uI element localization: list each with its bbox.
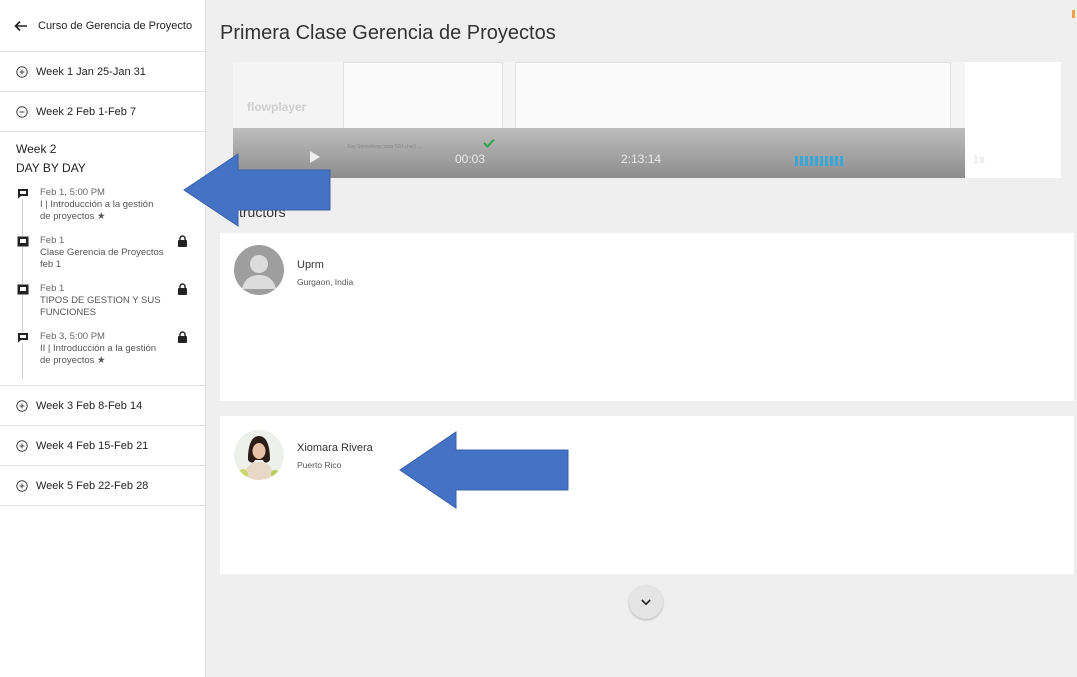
schedule-item[interactable]: Feb 3, 5:00 PM II | Introducción a la ge… — [17, 331, 189, 379]
week-1-label: Week 1 Jan 25-Jan 31 — [36, 65, 146, 78]
instructor-name: Xiomara Rivera — [297, 442, 373, 454]
schedule-item[interactable]: Feb 1 TIPOS DE GESTION Y SUS FUNCIONES — [17, 283, 189, 331]
week-5-label: Week 5 Feb 22-Feb 28 — [36, 479, 149, 492]
instructor-location: Puerto Rico — [297, 460, 342, 470]
week-1-row[interactable]: Week 1 Jan 25-Jan 31 — [0, 52, 205, 92]
item-title-line2: de proyectos ★ — [40, 355, 106, 366]
schedule-timeline: Feb 1, 5:00 PM I | Introducción a la ges… — [16, 187, 189, 379]
video-player[interactable]: flowplayer Say Something (max 500 char) … — [233, 62, 1061, 178]
item-date: Feb 1, 5:00 PM — [40, 187, 105, 198]
week-3-row[interactable]: Week 3 Feb 8-Feb 14 — [0, 386, 205, 426]
volume-meter[interactable] — [795, 156, 843, 166]
minus-circle-icon — [16, 105, 28, 118]
chevron-down-icon — [641, 598, 651, 605]
playback-speed[interactable]: 1x — [973, 154, 985, 166]
instructor-card: Uprm Gurgaon, India — [220, 233, 1074, 401]
course-sidebar: Curso de Gerencia de Proyecto Week 1 Jan… — [0, 0, 206, 677]
plus-circle-icon — [16, 479, 28, 492]
status-indicator — [1072, 10, 1075, 18]
instructor-name: Uprm — [297, 259, 324, 271]
check-icon — [483, 138, 495, 148]
page-title: Primera Clase Gerencia de Proyectos — [220, 22, 556, 44]
schedule-item[interactable]: Feb 1 Clase Gerencia de Proyectos feb 1 — [17, 235, 189, 283]
item-date: Feb 3, 5:00 PM — [40, 331, 105, 342]
plus-circle-icon — [16, 439, 28, 452]
item-date: Feb 1 — [40, 283, 65, 294]
video-icon — [17, 284, 29, 295]
item-title-line1: Clase Gerencia de Proyectos — [40, 247, 164, 258]
item-title-line2: FUNCIONES — [40, 307, 96, 318]
item-title-line1: II | Introducción a la gestión — [40, 343, 157, 354]
item-title-line1: I | Introducción a la gestión — [40, 199, 154, 210]
annotation-arrow-right — [399, 431, 569, 509]
back-header[interactable]: Curso de Gerencia de Proyecto — [0, 0, 205, 52]
chat-icon — [17, 188, 29, 199]
photo-avatar — [234, 430, 284, 480]
schedule-item[interactable]: Feb 1, 5:00 PM I | Introducción a la ges… — [17, 187, 189, 235]
video-controls-bar — [233, 128, 965, 178]
week-5-row[interactable]: Week 5 Feb 22-Feb 28 — [0, 466, 205, 506]
lock-icon — [178, 283, 187, 295]
annotation-arrow-left — [183, 153, 331, 227]
plus-circle-icon — [16, 399, 28, 412]
default-avatar — [234, 245, 284, 295]
comment-hint[interactable]: Say Something (max 500 char) ... — [347, 144, 421, 150]
week-2-content: Week 2 DAY BY DAY Feb 1, 5:00 PM I | Int… — [0, 132, 205, 386]
video-icon — [17, 236, 29, 247]
plus-circle-icon — [16, 65, 28, 78]
week-4-row[interactable]: Week 4 Feb 15-Feb 21 — [0, 426, 205, 466]
instructor-card: Xiomara Rivera Puerto Rico — [220, 416, 1074, 574]
lock-icon — [178, 235, 187, 247]
week-4-label: Week 4 Feb 15-Feb 21 — [36, 439, 149, 452]
week-3-label: Week 3 Feb 8-Feb 14 — [36, 399, 143, 412]
flowplayer-logo: flowplayer — [247, 100, 307, 114]
lock-icon — [178, 331, 187, 343]
course-title: Curso de Gerencia de Proyecto — [38, 19, 193, 32]
main-content: Primera Clase Gerencia de Proyectos flow… — [206, 0, 1077, 677]
item-date: Feb 1 — [40, 235, 65, 246]
day-by-day-label: DAY BY DAY — [16, 161, 86, 175]
elapsed-time: 00:03 — [455, 152, 486, 166]
week-2-label: Week 2 Feb 1-Feb 7 — [36, 105, 137, 118]
expand-button[interactable] — [629, 585, 663, 619]
item-title-line2: de proyectos ★ — [40, 211, 106, 222]
instructor-location: Gurgaon, India — [297, 277, 354, 287]
chat-icon — [17, 332, 29, 343]
arrow-left-icon[interactable] — [14, 19, 28, 33]
item-title-line2: feb 1 — [40, 259, 62, 270]
total-duration: 2:13:14 — [621, 152, 662, 166]
week-2-row[interactable]: Week 2 Feb 1-Feb 7 — [0, 92, 205, 132]
item-title-line1: TIPOS DE GESTION Y SUS — [40, 295, 161, 306]
week-2-title: Week 2 — [16, 142, 57, 156]
